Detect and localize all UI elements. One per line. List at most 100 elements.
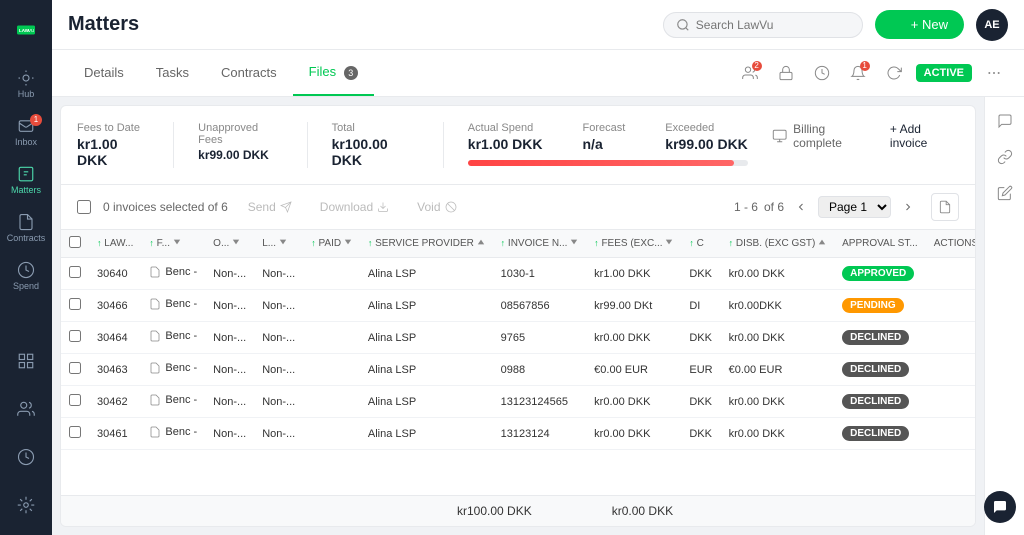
sidebar-item-inbox[interactable]: Inbox 1: [4, 110, 48, 154]
row-col2: Benc -: [141, 354, 205, 386]
col-disb: ↑ DISB. (EXC GST): [721, 230, 835, 258]
lock-icon-btn[interactable]: [772, 59, 800, 87]
col-paid: ↑ PAID: [303, 230, 360, 258]
sidebar-item-history[interactable]: [4, 435, 48, 479]
page-select[interactable]: Page 1: [818, 196, 891, 218]
sidebar-item-matters[interactable]: Matters: [4, 158, 48, 202]
fees-to-date: Fees to Date kr1.00 DKK: [77, 122, 149, 168]
row-provider: Alina LSP: [360, 258, 493, 290]
invoice-table: ↑ LAW... ↑ F... O... L... ↑ PAID ↑ SERVI…: [61, 230, 975, 450]
content-area: Fees to Date kr1.00 DKK Unapproved Fees …: [52, 97, 1024, 535]
avatar[interactable]: AE: [976, 9, 1008, 41]
sidebar-item-directory[interactable]: [4, 387, 48, 431]
row-checkbox[interactable]: [69, 266, 81, 278]
tab-tasks[interactable]: Tasks: [140, 51, 205, 96]
row-checkbox[interactable]: [69, 362, 81, 374]
row-col2: Benc -: [141, 322, 205, 354]
row-disb: €0.00 EUR: [721, 354, 835, 386]
row-id: 30461: [89, 418, 141, 450]
sidebar-item-hub[interactable]: Hub: [4, 62, 48, 106]
tab-files[interactable]: Files 3: [293, 50, 374, 96]
chevron-left-icon: [795, 201, 807, 213]
sidebar-item-contracts[interactable]: Contracts: [4, 206, 48, 250]
row-actions: [926, 354, 975, 386]
matter-tabs-bar: Details Tasks Contracts Files 3 2: [52, 50, 1024, 97]
col-fees: ↑ FEES (EXC...: [586, 230, 681, 258]
row-id: 30462: [89, 386, 141, 418]
right-edit-btn[interactable]: [989, 177, 1021, 209]
clock-icon-btn[interactable]: [808, 59, 836, 87]
row-col3: Non-...: [205, 386, 254, 418]
people-icon-btn[interactable]: 2: [736, 59, 764, 87]
row-col2: Benc -: [141, 418, 205, 450]
col-l: L...: [254, 230, 303, 258]
row-col4: Non-...: [254, 354, 303, 386]
send-btn[interactable]: Send: [240, 196, 300, 218]
row-status: DECLINED: [834, 386, 926, 418]
row-col4: Non-...: [254, 290, 303, 322]
row-col2: Benc -: [141, 258, 205, 290]
table-toolbar: 0 invoices selected of 6 Send Download V…: [61, 185, 975, 230]
logo[interactable]: LAW VU: [4, 8, 48, 52]
page-title: Matters: [68, 13, 651, 36]
row-col2: Benc -: [141, 386, 205, 418]
row-id: 30466: [89, 290, 141, 322]
search-box[interactable]: [663, 12, 863, 38]
select-all-checkbox[interactable]: [77, 200, 91, 214]
sidebar-item-reports[interactable]: [4, 339, 48, 383]
tab-contracts[interactable]: Contracts: [205, 51, 293, 96]
row-c: DKK: [681, 322, 720, 354]
void-btn[interactable]: Void: [409, 196, 464, 218]
table-row: 30462 Benc - Non-... Non-... Alina LSP 1…: [61, 386, 975, 418]
row-disb: kr0.00 DKK: [721, 386, 835, 418]
row-c: DKK: [681, 386, 720, 418]
row-checkbox[interactable]: [69, 426, 81, 438]
row-checkbox[interactable]: [69, 394, 81, 406]
doc-icon: [149, 426, 161, 438]
bell-badge: 1: [860, 61, 870, 71]
header-checkbox[interactable]: [69, 236, 81, 248]
pagination: 1 - 6 of 6 Page 1: [734, 196, 919, 218]
table-row: 30640 Benc - Non-... Non-... Alina LSP 1…: [61, 258, 975, 290]
more-icon-btn[interactable]: [980, 59, 1008, 87]
sidebar-item-spend[interactable]: Spend: [4, 254, 48, 298]
right-link-btn[interactable]: [989, 141, 1021, 173]
progress-bar-container: [468, 160, 748, 166]
billing-complete-btn[interactable]: Billing complete: [772, 122, 874, 150]
download-icon: [377, 201, 389, 213]
row-col4: Non-...: [254, 322, 303, 354]
svg-text:VU: VU: [28, 28, 34, 33]
row-disb: kr0.00 DKK: [721, 258, 835, 290]
refresh-icon-btn[interactable]: [880, 59, 908, 87]
row-invoice: 1030-1: [493, 258, 587, 290]
row-checkbox[interactable]: [69, 330, 81, 342]
add-invoice-btn[interactable]: + Add invoice: [890, 122, 959, 150]
next-page-btn[interactable]: [897, 196, 919, 218]
col-law: ↑ LAW...: [89, 230, 141, 258]
right-chat-btn[interactable]: [989, 105, 1021, 137]
export-btn[interactable]: [931, 193, 959, 221]
tab-details[interactable]: Details: [68, 51, 140, 96]
bell-icon-btn[interactable]: 1: [844, 59, 872, 87]
row-provider: Alina LSP: [360, 354, 493, 386]
row-id: 30464: [89, 322, 141, 354]
row-c: EUR: [681, 354, 720, 386]
download-btn[interactable]: Download: [312, 196, 397, 218]
row-provider: Alina LSP: [360, 290, 493, 322]
clock-icon: [814, 65, 830, 81]
row-checkbox[interactable]: [69, 298, 81, 310]
prev-page-btn[interactable]: [790, 196, 812, 218]
row-invoice: 13123124565: [493, 386, 587, 418]
row-paid: [303, 418, 360, 450]
select-info: 0 invoices selected of 6: [103, 200, 228, 214]
new-button[interactable]: + New: [875, 10, 964, 39]
actual-spend-section: Actual Spend kr1.00 DKK Forecast n/a Exc…: [468, 122, 748, 166]
row-col4: Non-...: [254, 386, 303, 418]
row-actions: [926, 418, 975, 450]
unapproved-fees: Unapproved Fees kr99.00 DKK: [198, 122, 283, 162]
search-input[interactable]: [696, 18, 826, 32]
sidebar-item-settings[interactable]: [4, 483, 48, 527]
inbox-badge: 1: [30, 114, 42, 126]
active-status-badge[interactable]: ACTIVE: [916, 64, 972, 82]
chat-bubble-btn[interactable]: [984, 491, 1016, 523]
